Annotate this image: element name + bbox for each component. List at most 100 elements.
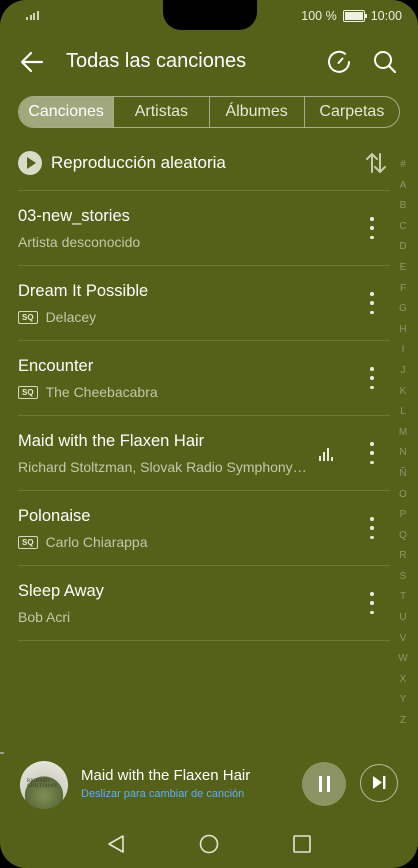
song-row[interactable]: Dream It Possible SQ Delacey xyxy=(18,265,390,340)
refresh-icon xyxy=(328,50,350,73)
triangle-back-icon xyxy=(108,835,124,853)
category-tabs: Canciones Artistas Álbumes Carpetas xyxy=(18,96,400,128)
song-row[interactable]: 03-new_stories Artista desconocido xyxy=(18,190,390,265)
shuffle-play-row[interactable]: Reproducción aleatoria xyxy=(18,148,390,178)
alphabet-index-letter[interactable]: Y xyxy=(400,690,407,711)
battery-icon xyxy=(342,10,367,22)
album-art[interactable]: RICHARD STOLTZMAN xyxy=(20,761,68,809)
alphabet-index-letter[interactable]: R xyxy=(399,546,406,567)
more-options-button[interactable] xyxy=(365,516,379,540)
alphabet-index-letter[interactable]: G xyxy=(399,299,407,320)
music-app-screen: 100 % 10:00 Todas las canciones Cancione… xyxy=(0,0,418,868)
alphabet-index-letter[interactable]: Ñ xyxy=(399,464,406,485)
mini-player[interactable]: RICHARD STOLTZMAN Maid with the Flaxen H… xyxy=(0,752,418,818)
alphabet-index-letter[interactable]: H xyxy=(399,320,406,341)
alphabet-index-letter[interactable]: A xyxy=(400,176,407,197)
page-title: Todas las canciones xyxy=(66,50,247,72)
now-playing-icon xyxy=(319,445,333,461)
alphabet-index-letter[interactable]: F xyxy=(400,279,406,300)
song-subtitle: Richard Stoltzman, Slovak Radio Symphony… xyxy=(18,459,310,475)
tab-songs[interactable]: Canciones xyxy=(19,97,114,127)
song-row-playing[interactable]: Maid with the Flaxen Hair Richard Stoltz… xyxy=(18,415,390,490)
alphabet-index-letter[interactable]: W xyxy=(398,649,407,670)
alphabet-index-letter[interactable]: Z xyxy=(400,711,406,732)
alphabet-index[interactable]: # A B C D E F G H I J K L M N Ñ O P Q R S T U V W X Y Z xyxy=(396,155,410,732)
search-icon xyxy=(374,51,397,74)
alphabet-index-letter[interactable]: E xyxy=(400,258,407,279)
more-options-button[interactable] xyxy=(365,216,379,240)
more-options-button[interactable] xyxy=(365,291,379,315)
song-row[interactable]: Encounter SQ The Cheebacabra xyxy=(18,340,390,415)
alphabet-index-letter[interactable]: I xyxy=(402,340,405,361)
song-title: Maid with the Flaxen Hair xyxy=(18,432,205,450)
alphabet-index-letter[interactable]: L xyxy=(400,402,406,423)
square-recents-icon xyxy=(293,835,311,853)
nav-back-button[interactable] xyxy=(104,832,128,856)
alphabet-index-letter[interactable]: M xyxy=(399,423,407,444)
sq-badge: SQ xyxy=(18,385,38,399)
more-options-button[interactable] xyxy=(365,441,379,465)
song-subtitle: SQ Delacey xyxy=(18,309,96,325)
pause-icon xyxy=(318,776,322,792)
pause-icon xyxy=(326,776,330,792)
song-row[interactable]: Sleep Away Bob Acri xyxy=(18,565,390,641)
more-options-button[interactable] xyxy=(365,366,379,390)
back-button[interactable] xyxy=(18,48,46,76)
sq-badge: SQ xyxy=(18,310,38,324)
sort-icon xyxy=(366,153,386,173)
song-artist: The Cheebacabra xyxy=(45,384,158,400)
alphabet-index-letter[interactable]: D xyxy=(399,237,406,258)
alphabet-index-letter[interactable]: S xyxy=(400,567,407,588)
shuffle-label: Reproducción aleatoria xyxy=(51,153,226,172)
more-options-button[interactable] xyxy=(365,591,379,615)
circle-home-icon xyxy=(199,834,219,854)
song-list: 03-new_stories Artista desconocido Dream… xyxy=(18,190,390,641)
app-header: Todas las canciones xyxy=(0,40,418,84)
alphabet-index-letter[interactable]: U xyxy=(399,608,406,629)
alphabet-index-letter[interactable]: V xyxy=(400,629,407,650)
alphabet-index-letter[interactable]: # xyxy=(400,155,406,176)
alphabet-index-letter[interactable]: T xyxy=(400,587,406,608)
next-button[interactable] xyxy=(360,764,398,802)
song-title: Polonaise xyxy=(18,507,91,525)
swipe-hint: Deslizar para cambiar de canción xyxy=(81,788,245,800)
song-title: Dream It Possible xyxy=(18,282,149,300)
alphabet-index-letter[interactable]: C xyxy=(399,217,406,238)
scan-button[interactable] xyxy=(326,49,352,75)
alphabet-index-letter[interactable]: P xyxy=(400,505,407,526)
song-subtitle: SQ Carlo Chiarappa xyxy=(18,534,148,550)
alphabet-index-letter[interactable]: Q xyxy=(399,526,407,547)
album-art-text: RICHARD STOLTZMAN xyxy=(27,779,57,789)
alphabet-index-letter[interactable]: J xyxy=(401,361,406,382)
tab-folders[interactable]: Carpetas xyxy=(303,97,399,127)
play-circle-icon xyxy=(18,151,42,175)
pause-button[interactable] xyxy=(302,762,346,806)
song-subtitle: Artista desconocido xyxy=(18,234,140,250)
arrow-left-icon xyxy=(20,51,44,73)
song-artist: Bob Acri xyxy=(18,609,71,625)
alphabet-index-letter[interactable]: X xyxy=(400,670,407,691)
alphabet-index-letter[interactable]: B xyxy=(400,196,407,217)
clock: 10:00 xyxy=(370,9,402,23)
status-bar: 100 % 10:00 xyxy=(0,0,418,32)
nav-home-button[interactable] xyxy=(197,832,221,856)
song-artist: Artista desconocido xyxy=(18,234,141,250)
tab-artists[interactable]: Artistas xyxy=(113,97,208,127)
song-row[interactable]: Polonaise SQ Carlo Chiarappa xyxy=(18,490,390,565)
nav-recents-button[interactable] xyxy=(290,832,314,856)
song-title: 03-new_stories xyxy=(18,207,130,225)
sort-button[interactable] xyxy=(364,150,388,176)
tab-albums[interactable]: Álbumes xyxy=(208,97,304,127)
skip-next-icon xyxy=(373,776,386,789)
alphabet-index-letter[interactable]: O xyxy=(399,485,407,506)
song-artist: Delacey xyxy=(45,309,97,325)
battery-percent: 100 % xyxy=(301,9,337,23)
alphabet-index-letter[interactable]: K xyxy=(400,382,407,403)
alphabet-index-letter[interactable]: N xyxy=(399,443,406,464)
song-artist: Richard Stoltzman, Slovak Radio Symphony… xyxy=(18,459,310,475)
sq-badge: SQ xyxy=(18,535,38,549)
song-subtitle: Bob Acri xyxy=(18,609,70,625)
search-button[interactable] xyxy=(372,49,398,75)
song-subtitle: SQ The Cheebacabra xyxy=(18,384,158,400)
status-right: 100 % 10:00 xyxy=(301,9,402,23)
